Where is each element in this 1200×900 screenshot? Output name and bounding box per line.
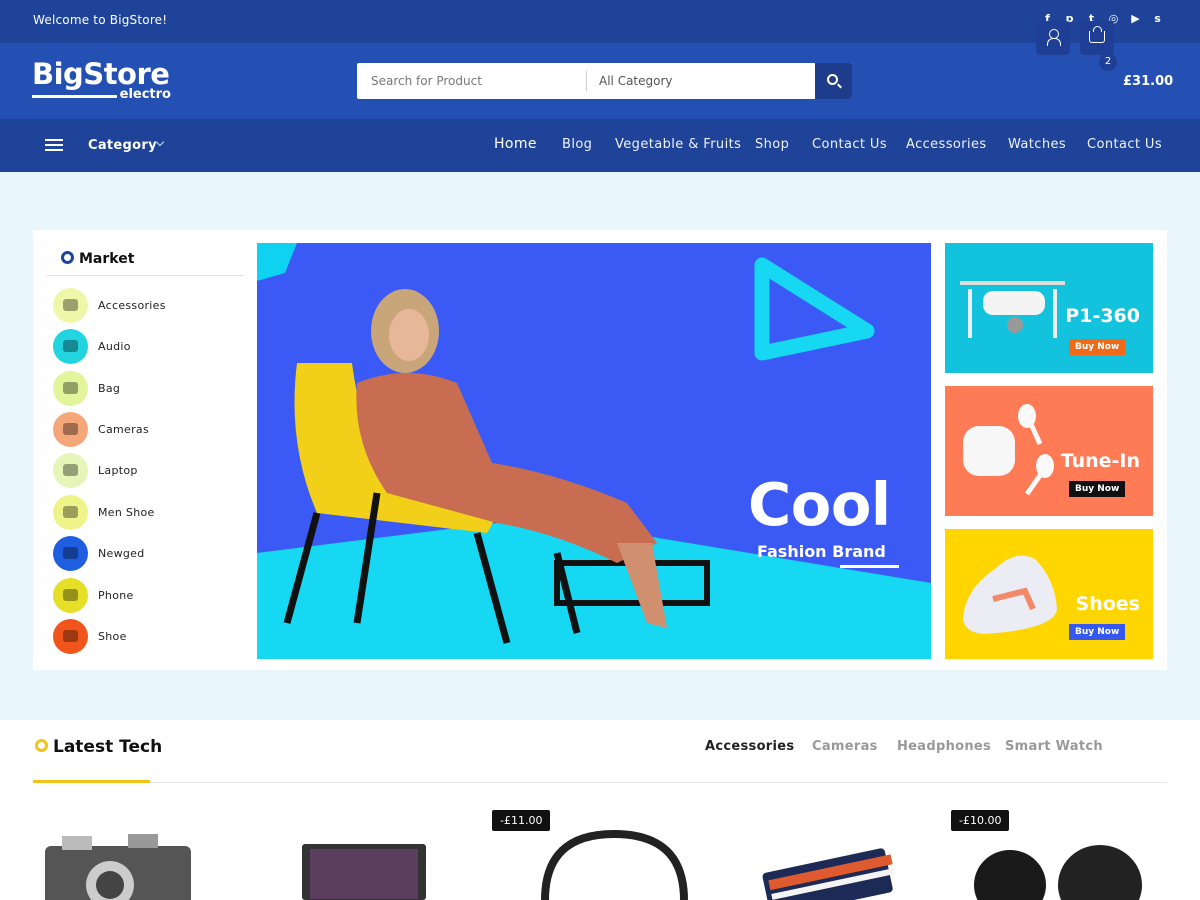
market-item-label: Newged bbox=[98, 547, 145, 560]
market-item-laptop[interactable]: Laptop bbox=[53, 453, 243, 489]
market-item-label: Laptop bbox=[98, 464, 138, 477]
phone-icon bbox=[53, 578, 88, 613]
laptop-icon bbox=[53, 453, 88, 488]
promo-title: Shoes bbox=[1075, 593, 1140, 615]
product-bag-image bbox=[762, 848, 895, 900]
main-nav: Category Home Blog Vegetable & Fruits Sh… bbox=[0, 119, 1200, 172]
search-button[interactable] bbox=[815, 63, 852, 99]
market-ring-icon bbox=[61, 251, 74, 264]
market-divider bbox=[46, 275, 244, 276]
buy-now-button[interactable]: Buy Now bbox=[1069, 481, 1126, 497]
market-item-cameras[interactable]: Cameras bbox=[53, 412, 243, 448]
market-item-label: Bag bbox=[98, 382, 121, 395]
latest-divider bbox=[33, 782, 1167, 783]
nav-watches[interactable]: Watches bbox=[1008, 137, 1066, 152]
market-item-accessories[interactable]: Accessories bbox=[53, 288, 243, 324]
market-item-label: Accessories bbox=[98, 299, 166, 312]
nav-contact-us[interactable]: Contact Us bbox=[812, 137, 887, 152]
category-menu[interactable]: Category bbox=[88, 138, 157, 153]
market-item-newged[interactable]: Newged bbox=[53, 536, 243, 572]
market-item-label: Shoe bbox=[98, 630, 127, 643]
discount-badge: -£11.00 bbox=[492, 810, 551, 831]
user-icon bbox=[1047, 29, 1061, 46]
latest-tech-title: Latest Tech bbox=[53, 737, 163, 757]
chevron-down-icon bbox=[155, 137, 165, 147]
skype-icon[interactable]: s bbox=[1151, 12, 1164, 25]
youtube-icon[interactable]: ▶ bbox=[1129, 12, 1142, 25]
account-button[interactable] bbox=[1036, 21, 1070, 55]
promo-title: P1-360 bbox=[1065, 305, 1140, 327]
tab-smart-watch[interactable]: Smart Watch bbox=[1005, 739, 1103, 754]
buy-now-button[interactable]: Buy Now bbox=[1069, 624, 1126, 640]
nav-shop[interactable]: Shop bbox=[755, 137, 789, 152]
camera-icon bbox=[53, 412, 88, 447]
search-bar: Search for Product All Category bbox=[357, 63, 852, 99]
banner-sub-word-1: Fashion bbox=[757, 542, 827, 561]
nav-blog[interactable]: Blog bbox=[562, 137, 592, 152]
promo-card-drone[interactable]: P1-360 Buy Now bbox=[945, 243, 1153, 373]
headphones-icon bbox=[53, 329, 88, 364]
promo-card-earbuds[interactable]: Tune-In Buy Now bbox=[945, 386, 1153, 516]
model-face bbox=[389, 309, 429, 361]
buy-now-button[interactable]: Buy Now bbox=[1069, 339, 1126, 355]
market-item-bag[interactable]: Bag bbox=[53, 371, 243, 407]
logo-subtext: electro bbox=[119, 87, 171, 102]
mouse-icon bbox=[53, 536, 88, 571]
hamburger-icon[interactable] bbox=[45, 139, 63, 151]
top-bar: Welcome to BigStore! f p t ◎ ▶ s bbox=[0, 0, 1200, 43]
category-select[interactable]: All Category bbox=[599, 74, 673, 88]
promo-card-shoes[interactable]: Shoes Buy Now bbox=[945, 529, 1153, 659]
nav-home[interactable]: Home bbox=[494, 136, 537, 152]
market-item-label: Phone bbox=[98, 589, 134, 602]
bag-icon bbox=[53, 371, 88, 406]
corner-triangle bbox=[257, 243, 297, 281]
logo-underline bbox=[32, 95, 117, 98]
cart-count-badge: 2 bbox=[1099, 53, 1117, 71]
banner-sub-word-2: Brand bbox=[832, 542, 886, 561]
market-item-audio[interactable]: Audio bbox=[53, 329, 243, 365]
latest-title-underline bbox=[33, 780, 150, 783]
logo[interactable]: BigStore electro bbox=[32, 57, 174, 103]
cart-total[interactable]: £31.00 bbox=[1123, 74, 1173, 89]
tab-accessories[interactable]: Accessories bbox=[705, 739, 794, 754]
banner-underline bbox=[840, 565, 899, 568]
play-triangle-icon bbox=[754, 257, 875, 361]
market-item-label: Cameras bbox=[98, 423, 149, 436]
shoe-icon bbox=[53, 619, 88, 654]
welcome-text: Welcome to BigStore! bbox=[33, 13, 168, 27]
search-input[interactable]: Search for Product bbox=[371, 74, 482, 88]
nav-vegetable-fruits[interactable]: Vegetable & Fruits bbox=[615, 137, 741, 152]
nav-accessories[interactable]: Accessories bbox=[906, 137, 987, 152]
market-item-label: Audio bbox=[98, 340, 131, 353]
men-shoe-icon bbox=[53, 495, 88, 530]
market-item-shoe[interactable]: Shoe bbox=[53, 619, 243, 655]
cart-button[interactable] bbox=[1080, 21, 1114, 55]
discount-badge: -£10.00 bbox=[951, 810, 1010, 831]
main-banner[interactable] bbox=[257, 243, 931, 659]
banner-artwork bbox=[257, 243, 931, 659]
market-item-men-shoe[interactable]: Men Shoe bbox=[53, 495, 243, 531]
cart-icon bbox=[1089, 26, 1105, 43]
product-headphones-image bbox=[541, 830, 688, 900]
product-camera-image bbox=[45, 834, 191, 900]
product-laptop-image bbox=[302, 844, 426, 900]
promo-title: Tune-In bbox=[1060, 450, 1140, 472]
product-black-headphones-image bbox=[974, 845, 1142, 900]
product-thumbnails bbox=[45, 830, 1142, 900]
search-icon bbox=[827, 74, 838, 85]
latest-ring-icon bbox=[35, 739, 48, 752]
tab-cameras[interactable]: Cameras bbox=[812, 739, 878, 754]
logo-text: BigStore bbox=[32, 57, 170, 91]
tab-headphones[interactable]: Headphones bbox=[897, 739, 991, 754]
market-item-phone[interactable]: Phone bbox=[53, 578, 243, 614]
banner-headline: Cool bbox=[748, 470, 891, 539]
market-item-label: Men Shoe bbox=[98, 506, 155, 519]
banner-subtitle: Fashion Brand bbox=[757, 542, 886, 561]
accessories-icon bbox=[53, 288, 88, 323]
site-header: BigStore electro Search for Product All … bbox=[0, 43, 1200, 119]
nav-contact-us-2[interactable]: Contact Us bbox=[1087, 137, 1162, 152]
search-divider bbox=[586, 71, 587, 91]
market-title: Market bbox=[79, 251, 135, 267]
